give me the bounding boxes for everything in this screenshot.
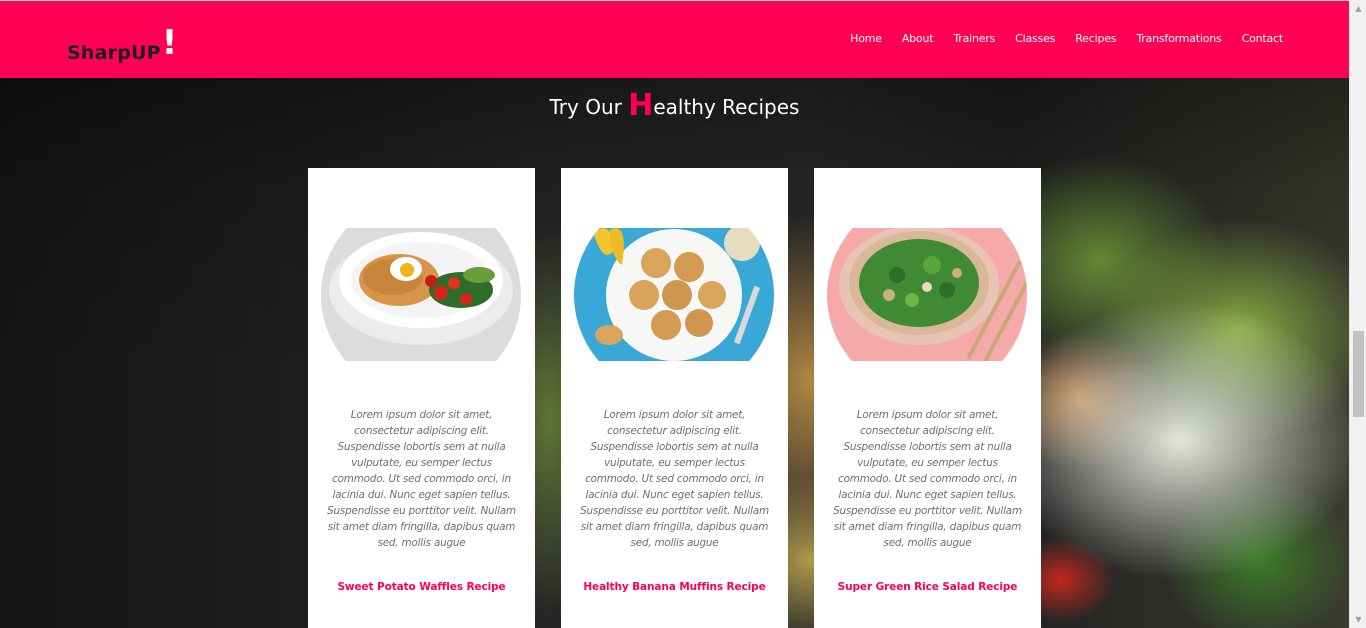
section-title-before: Try Our <box>549 95 629 119</box>
nav-trainers[interactable]: Trainers <box>953 32 995 45</box>
nav-recipes[interactable]: Recipes <box>1075 32 1116 45</box>
recipe-card: Lorem ipsum dolor sit amet, consectetur … <box>308 168 535 628</box>
main-nav: Home About Trainers Classes Recipes Tran… <box>830 32 1283 45</box>
scroll-down-arrow-icon[interactable]: ▼ <box>1350 611 1366 628</box>
recipe-card: Lorem ipsum dolor sit amet, consectetur … <box>814 168 1041 628</box>
nav-contact[interactable]: Contact <box>1242 32 1284 45</box>
recipe-card: Lorem ipsum dolor sit amet, consectetur … <box>561 168 788 628</box>
section-title: Try Our Healthy Recipes <box>0 88 1349 123</box>
recipe-image-salad <box>827 228 1027 361</box>
nav-classes[interactable]: Classes <box>1015 32 1055 45</box>
recipe-description: Lorem ipsum dolor sit amet, consectetur … <box>580 409 769 549</box>
recipe-link-sweet-potato-waffles[interactable]: Sweet Potato Waffles Recipe <box>308 581 535 593</box>
brand-exclamation-mark: ! <box>161 23 178 63</box>
header-navbar: SharpUP ! Home About Trainers Classes Re… <box>0 0 1349 78</box>
recipe-cards: Lorem ipsum dolor sit amet, consectetur … <box>308 168 1041 628</box>
recipe-description: Lorem ipsum dolor sit amet, consectetur … <box>327 409 516 549</box>
nav-about[interactable]: About <box>902 32 934 45</box>
page-scrollbar[interactable]: ▲ ▼ <box>1349 0 1366 628</box>
recipe-description: Lorem ipsum dolor sit amet, consectetur … <box>833 409 1022 549</box>
recipe-image-muffins <box>574 228 774 361</box>
section-title-highlight: H <box>628 88 654 123</box>
recipe-image-waffles <box>321 228 521 361</box>
scroll-up-arrow-icon[interactable]: ▲ <box>1350 0 1366 17</box>
recipe-link-green-rice-salad[interactable]: Super Green Rice Salad Recipe <box>814 581 1041 593</box>
nav-home[interactable]: Home <box>850 32 882 45</box>
recipe-link-banana-muffins[interactable]: Healthy Banana Muffins Recipe <box>561 581 788 593</box>
nav-transformations[interactable]: Transformations <box>1136 32 1221 45</box>
brand-name: SharpUP <box>67 42 161 64</box>
scrollbar-thumb[interactable] <box>1353 331 1364 417</box>
brand-logo[interactable]: SharpUP ! <box>67 19 177 63</box>
section-title-after: ealthy Recipes <box>653 95 800 119</box>
